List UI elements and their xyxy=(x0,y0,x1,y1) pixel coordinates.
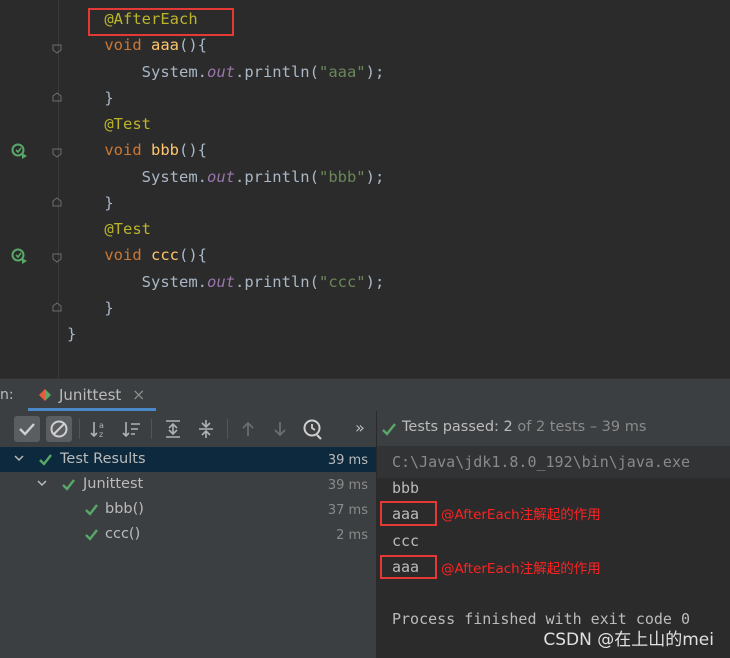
code-line-text: } xyxy=(104,89,114,107)
code-line-text: @Test xyxy=(104,115,151,133)
more-actions-chevron[interactable]: » xyxy=(355,418,365,437)
toolbar-separator xyxy=(227,419,228,439)
tree-duration: 2 ms xyxy=(336,528,368,543)
code-line-text: } xyxy=(104,194,114,212)
sort-alpha-icon: az xyxy=(90,421,104,439)
tree-label: bbb() xyxy=(105,501,144,517)
next-failed-test-button[interactable] xyxy=(267,416,293,442)
sort-alphabetically-button[interactable]: az xyxy=(87,416,113,442)
code-line-text: } xyxy=(104,299,114,317)
tree-duration: 39 ms xyxy=(327,453,368,468)
passed-check-icon xyxy=(85,504,98,516)
fold-marker-icon[interactable] xyxy=(52,148,62,158)
annotation-note: @AfterEach注解起的作用 xyxy=(441,507,601,523)
code-line[interactable]: System.out.println("ccc"); xyxy=(0,269,730,295)
code-line-text: } xyxy=(67,325,77,343)
code-line[interactable]: @Test xyxy=(0,111,730,137)
passed-check-icon xyxy=(62,479,75,491)
code-line[interactable]: } xyxy=(0,321,730,347)
code-line-text: System.out.println("bbb"); xyxy=(141,168,385,186)
test-status-bar: Tests passed: 2 of 2 tests – 39 ms xyxy=(377,411,730,446)
code-line-text: System.out.println("ccc"); xyxy=(141,273,385,291)
code-line[interactable]: System.out.println("aaa"); xyxy=(0,59,730,85)
console-line: ccc xyxy=(392,532,420,550)
code-line[interactable]: } xyxy=(0,190,730,216)
chevron-down-icon[interactable] xyxy=(36,477,48,489)
code-line-text: void aaa(){ xyxy=(104,36,207,54)
code-line-text: @Test xyxy=(104,220,151,238)
fold-end-marker-icon[interactable] xyxy=(52,197,62,207)
next-failed-icon xyxy=(274,422,286,437)
run-test-passed-icon[interactable] xyxy=(11,247,29,265)
tree-label: Test Results xyxy=(60,451,146,467)
tree-label: ccc() xyxy=(105,526,141,542)
code-line-text: void bbb(){ xyxy=(104,141,207,159)
code-line[interactable]: } xyxy=(0,85,730,111)
prev-failed-icon xyxy=(242,421,254,436)
fold-end-marker-icon[interactable] xyxy=(52,92,62,102)
tree-row-bbb[interactable]: bbb() 37 ms xyxy=(0,497,376,522)
junit-config-icon xyxy=(39,389,51,401)
tree-label: Junittest xyxy=(83,476,144,492)
tab-label: Junittest xyxy=(59,386,122,404)
passed-check-icon xyxy=(382,423,396,436)
aaa-output-highlight-box xyxy=(380,501,437,526)
show-ignored-icon xyxy=(50,420,68,438)
svg-text:a: a xyxy=(99,421,104,430)
code-line-text: void ccc(){ xyxy=(104,246,207,264)
collapse-all-icon xyxy=(199,420,213,438)
previous-failed-test-button[interactable] xyxy=(235,416,261,442)
tree-duration: 39 ms xyxy=(327,478,368,493)
svg-text:z: z xyxy=(99,430,103,439)
code-line[interactable]: @Test xyxy=(0,216,730,242)
toolbar-separator xyxy=(79,419,80,439)
expand-all-button[interactable] xyxy=(160,416,186,442)
test-runner-toolbar: az » xyxy=(0,411,376,446)
test-results-tree[interactable]: Test Results 39 ms Junittest 39 ms bbb()… xyxy=(0,446,376,658)
run-test-passed-icon[interactable] xyxy=(11,142,29,160)
test-history-button[interactable] xyxy=(300,416,326,442)
tree-row-ccc[interactable]: ccc() 2 ms xyxy=(0,522,376,547)
show-passed-icon xyxy=(19,423,35,436)
annotation-note: @AfterEach注解起的作用 xyxy=(441,561,601,577)
tree-duration: 37 ms xyxy=(327,503,368,518)
code-line[interactable]: void bbb(){ xyxy=(0,137,730,163)
tab-junittest[interactable]: Junittest × xyxy=(28,379,156,411)
run-tool-window-header: n: Junittest × xyxy=(0,378,730,411)
chevron-down-icon[interactable] xyxy=(13,452,25,464)
fold-marker-icon[interactable] xyxy=(52,253,62,263)
tree-row-junittest[interactable]: Junittest 39 ms xyxy=(0,472,376,497)
code-line[interactable]: void ccc(){ xyxy=(0,242,730,268)
code-line-text: System.out.println("aaa"); xyxy=(141,63,385,81)
csdn-watermark: CSDN @在上山的mei xyxy=(543,630,714,650)
tool-window-title: n: xyxy=(0,387,14,403)
show-ignored-button[interactable] xyxy=(46,416,72,442)
passed-check-icon xyxy=(39,454,52,466)
expand-all-icon xyxy=(166,420,180,438)
show-passed-button[interactable] xyxy=(14,416,40,442)
code-editor[interactable]: @AfterEach void aaa(){ System.out.printl… xyxy=(0,0,730,378)
aaa-output-highlight-box xyxy=(380,555,437,579)
close-icon[interactable]: × xyxy=(132,385,145,404)
fold-marker-icon[interactable] xyxy=(52,44,62,54)
passed-check-icon xyxy=(85,529,98,541)
console-output[interactable]: C:\Java\jdk1.8.0_192\bin\java.exe bbb aa… xyxy=(377,446,730,658)
toolbar-separator xyxy=(151,419,152,439)
console-line: bbb xyxy=(392,479,420,497)
sort-duration-icon xyxy=(122,422,140,438)
test-history-icon xyxy=(303,419,322,440)
code-line[interactable]: System.out.println("bbb"); xyxy=(0,164,730,190)
fold-end-marker-icon[interactable] xyxy=(52,302,62,312)
sort-by-duration-button[interactable] xyxy=(119,416,145,442)
code-line[interactable]: } xyxy=(0,295,730,321)
tree-row-test-results[interactable]: Test Results 39 ms xyxy=(0,447,376,472)
console-line: C:\Java\jdk1.8.0_192\bin\java.exe xyxy=(392,453,691,471)
tests-passed-status: Tests passed: 2 of 2 tests – 39 ms xyxy=(402,419,647,435)
afterEach-highlight-box xyxy=(88,8,234,36)
collapse-all-button[interactable] xyxy=(193,416,219,442)
